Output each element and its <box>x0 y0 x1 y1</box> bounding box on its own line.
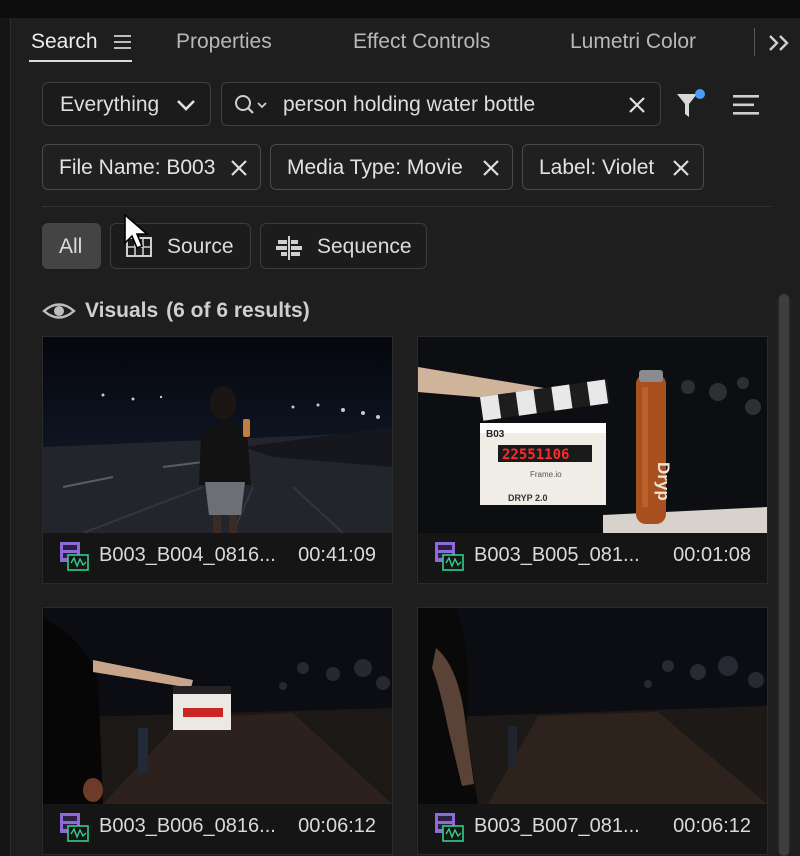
tab-search[interactable]: Search <box>31 30 98 54</box>
tab-overflow-chevrons-icon[interactable] <box>767 32 793 54</box>
clip-info-bar: B003_B007_081... 00:06:12 <box>418 804 767 854</box>
clip-thumbnail[interactable]: B03 22551106 Frame.io DRYP 2.0 Dryp <box>418 337 767 533</box>
eye-icon[interactable] <box>42 300 76 322</box>
sort-options-icon[interactable] <box>733 94 759 116</box>
slate-timecode-text: 22551106 <box>502 447 569 463</box>
clip-name: B003_B007_081... <box>474 815 640 837</box>
clip-card[interactable]: B003_B007_081... 00:06:12 <box>417 607 768 855</box>
filter-chip-file-name[interactable]: File Name: B003 <box>42 144 261 190</box>
tab-effect-controls[interactable]: Effect Controls <box>353 30 490 54</box>
clip-card[interactable]: B003_B006_0816... 00:06:12 <box>42 607 393 855</box>
clip-info-bar: B003_B005_081... 00:01:08 <box>418 533 767 583</box>
panel-menu-icon[interactable] <box>114 35 131 49</box>
search-query-text: person holding water bottle <box>283 93 536 116</box>
remove-filter-icon[interactable] <box>230 159 248 177</box>
clip-thumbnail[interactable] <box>418 608 767 804</box>
tab-separator <box>754 28 755 56</box>
clip-duration: 00:01:08 <box>673 544 751 566</box>
filter-chip-label: File Name: B003 <box>59 156 216 179</box>
clip-name: B003_B006_0816... <box>99 815 276 837</box>
panel-tab-bar: Search Properties Effect Controls Lumetr… <box>11 18 800 68</box>
window-top-strip <box>0 0 800 18</box>
search-icon[interactable] <box>234 94 270 116</box>
segment-label: All <box>59 235 83 258</box>
segment-sequence[interactable]: Sequence <box>260 223 427 269</box>
clip-duration: 00:06:12 <box>673 815 751 837</box>
segment-all[interactable]: All <box>42 223 101 269</box>
results-section-title: Visuals <box>85 299 159 322</box>
clip-card[interactable]: B03 22551106 Frame.io DRYP 2.0 Dryp B003… <box>417 336 768 584</box>
clip-thumbnail[interactable] <box>43 337 392 533</box>
search-panel: Search Properties Effect Controls Lumetr… <box>10 18 800 856</box>
clip-duration: 00:41:09 <box>298 544 376 566</box>
tab-lumetri-color[interactable]: Lumetri Color <box>570 30 696 54</box>
movie-clip-icon <box>60 813 89 842</box>
clip-info-bar: B003_B006_0816... 00:06:12 <box>43 804 392 854</box>
segment-label: Sequence <box>317 235 412 258</box>
filter-chip-media-type[interactable]: Media Type: Movie <box>270 144 513 190</box>
chevron-down-icon <box>177 100 195 111</box>
results-heading: Visuals (6 of 6 results) <box>85 299 310 323</box>
clip-thumbnail[interactable] <box>43 608 392 804</box>
scrollbar-thumb[interactable] <box>779 294 789 856</box>
search-scope-label: Everything <box>60 93 160 116</box>
slate-roll-text: B03 <box>486 429 505 440</box>
results-count: (6 of 6 results) <box>166 299 310 322</box>
section-divider <box>42 206 771 207</box>
clip-name: B003_B005_081... <box>474 544 640 566</box>
slate-brand-text: Frame.io <box>530 470 562 479</box>
clip-info-bar: B003_B004_0816... 00:41:09 <box>43 533 392 583</box>
search-scope-dropdown[interactable]: Everything <box>42 82 211 126</box>
search-input[interactable]: person holding water bottle <box>221 82 661 126</box>
remove-filter-icon[interactable] <box>482 159 500 177</box>
movie-clip-icon <box>435 813 464 842</box>
clip-card[interactable]: B003_B004_0816... 00:41:09 <box>42 336 393 584</box>
clear-search-icon[interactable] <box>628 96 646 114</box>
slate-title-text: DRYP 2.0 <box>508 493 548 503</box>
sequence-icon <box>276 236 302 260</box>
filter-chip-label-violet[interactable]: Label: Violet <box>522 144 704 190</box>
filter-chip-label: Media Type: Movie <box>287 156 463 179</box>
movie-clip-icon <box>60 542 89 571</box>
clip-duration: 00:06:12 <box>298 815 376 837</box>
active-tab-indicator <box>29 60 132 62</box>
clip-name: B003_B004_0816... <box>99 544 276 566</box>
movie-clip-icon <box>435 542 464 571</box>
bottle-label-text: Dryp <box>654 462 673 501</box>
remove-filter-icon[interactable] <box>672 159 690 177</box>
tab-properties[interactable]: Properties <box>176 30 272 54</box>
segment-label: Source <box>167 235 234 258</box>
filter-chip-label: Label: Violet <box>539 156 655 179</box>
mouse-cursor-icon <box>124 213 149 250</box>
filter-icon[interactable] <box>676 88 706 120</box>
